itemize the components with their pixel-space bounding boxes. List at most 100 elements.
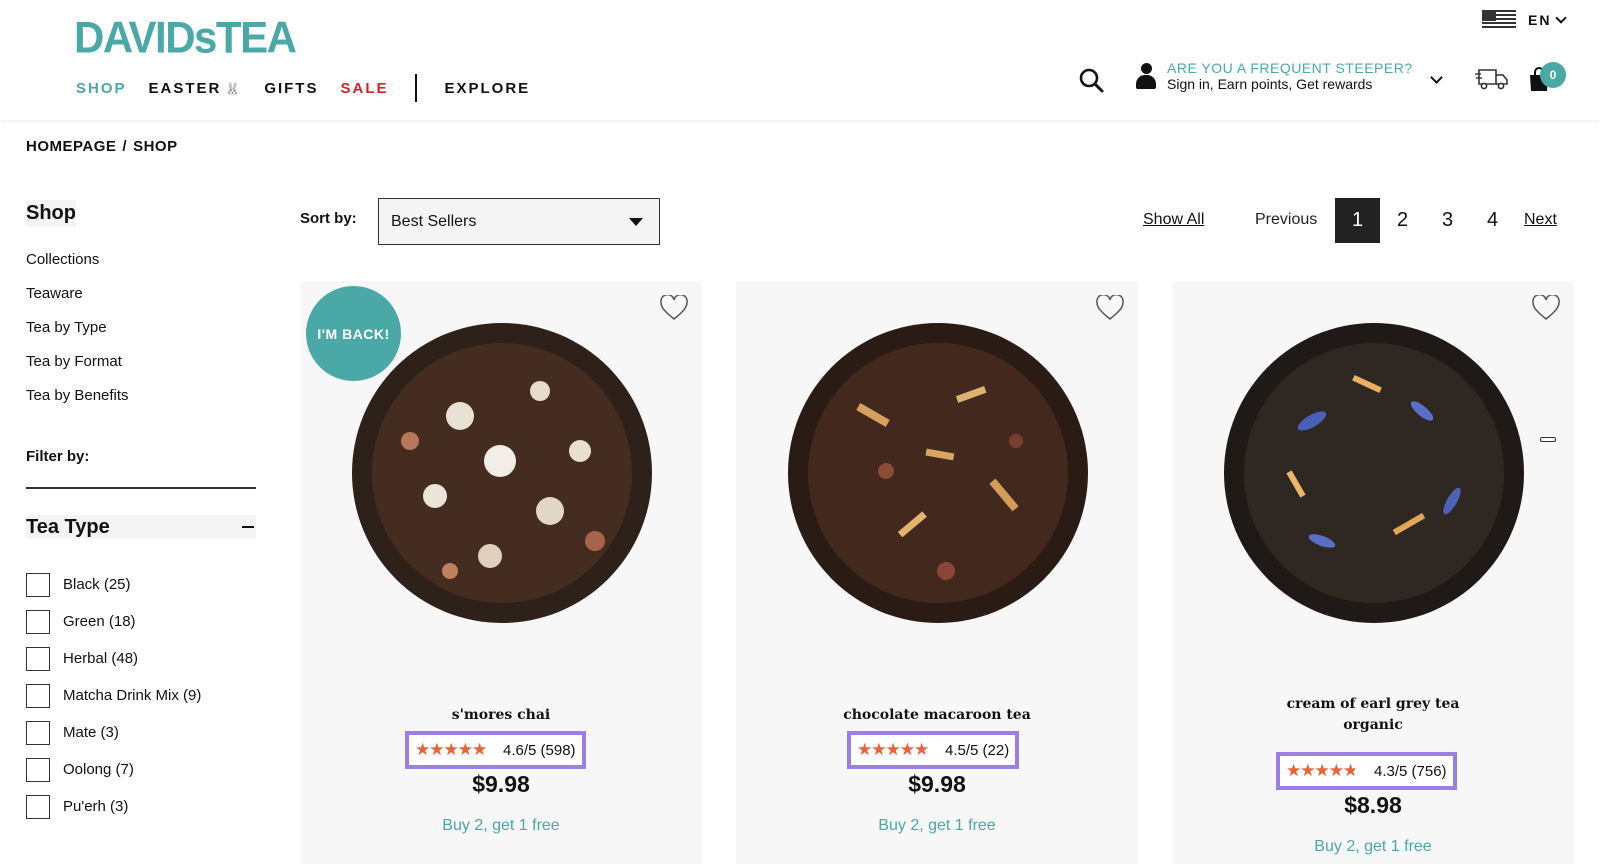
product-rating[interactable]: ★★★★★ ★★★★★ 4.5/5 (22) bbox=[847, 731, 1020, 769]
page-1-button[interactable]: 1 bbox=[1335, 198, 1380, 243]
sidebar-item-tea-by-benefits[interactable]: Tea by Benefits bbox=[26, 387, 256, 404]
product-name-subtitle: organic bbox=[1343, 717, 1403, 733]
filter-option-label: Mate (3) bbox=[63, 724, 119, 741]
product-price: $9.98 bbox=[908, 771, 966, 797]
checkbox[interactable] bbox=[26, 572, 50, 597]
checkbox[interactable] bbox=[26, 683, 50, 708]
language-selector[interactable]: EN bbox=[1482, 10, 1568, 30]
bunny-icon: 🐰 bbox=[225, 81, 243, 96]
site-header: DAVIDsTEA SHOP EASTER 🐰 GIFTS SALE EXPLOR… bbox=[0, 0, 1600, 120]
filter-option-label: Green (18) bbox=[63, 613, 136, 630]
sort-value: Best Sellers bbox=[391, 212, 477, 230]
filter-option[interactable]: Oolong (7) bbox=[26, 751, 256, 788]
product-image[interactable] bbox=[1222, 321, 1527, 626]
product-name[interactable]: s'mores chai bbox=[300, 705, 702, 726]
breadcrumb-shop[interactable]: SHOP bbox=[133, 138, 178, 155]
sidebar: Shop Collections Teaware Tea by Type Tea… bbox=[26, 200, 256, 825]
show-all-link[interactable]: Show All bbox=[1143, 211, 1204, 229]
nav-gifts[interactable]: GIFTS bbox=[264, 80, 318, 97]
filter-group-title: Tea Type bbox=[26, 515, 110, 538]
sort-label: Sort by: bbox=[300, 210, 357, 227]
star-rating-icon: ★★★★★ ★★★★★ bbox=[1286, 761, 1358, 780]
previous-page-link[interactable]: Previous bbox=[1255, 211, 1317, 229]
logo-tail: TEA bbox=[215, 12, 297, 63]
product-image[interactable] bbox=[786, 321, 1091, 626]
promo-text[interactable]: Buy 2, get 1 free bbox=[736, 817, 1138, 835]
wishlist-heart-icon[interactable] bbox=[1532, 295, 1560, 321]
filter-option-label: Black (25) bbox=[63, 576, 131, 593]
sidebar-title: Shop bbox=[26, 200, 76, 227]
checkbox[interactable] bbox=[26, 757, 50, 782]
page-3-button[interactable]: 3 bbox=[1425, 198, 1470, 243]
nav-sale[interactable]: SALE bbox=[340, 80, 388, 97]
nav-easter[interactable]: EASTER 🐰 bbox=[149, 80, 243, 97]
account-subtitle: Sign in, Earn points, Get rewards bbox=[1167, 76, 1373, 92]
checkbox[interactable] bbox=[26, 720, 50, 745]
filter-option-label: Pu'erh (3) bbox=[63, 798, 129, 815]
user-icon bbox=[1135, 63, 1157, 89]
dropdown-arrow-icon bbox=[629, 218, 643, 226]
search-icon[interactable] bbox=[1078, 67, 1104, 93]
checkbox[interactable] bbox=[26, 646, 50, 671]
page-2-button[interactable]: 2 bbox=[1380, 198, 1425, 243]
product-rating[interactable]: ★★★★★ ★★★★★ 4.3/5 (756) bbox=[1276, 752, 1457, 790]
logo-main: DAVIDs bbox=[74, 12, 217, 63]
filter-group-header[interactable]: Tea Type bbox=[26, 515, 256, 539]
nav-easter-label: EASTER bbox=[148, 79, 222, 97]
chevron-down-icon[interactable] bbox=[1430, 71, 1443, 84]
delivery-truck-icon[interactable] bbox=[1475, 66, 1509, 90]
account-menu[interactable]: ARE YOU A FREQUENT STEEPER? Sign in, Ear… bbox=[1135, 60, 1413, 92]
logo[interactable]: DAVIDsTEA bbox=[74, 12, 297, 63]
product-price: $8.98 bbox=[1344, 792, 1402, 818]
rating-text: 4.5/5 (22) bbox=[945, 741, 1010, 759]
filter-option[interactable]: Black (25) bbox=[26, 566, 256, 603]
product-rating[interactable]: ★★★★★ ★★★★★ 4.6/5 (598) bbox=[405, 731, 586, 769]
filter-option-label: Matcha Drink Mix (9) bbox=[63, 687, 202, 704]
nav-shop[interactable]: SHOP bbox=[76, 80, 127, 97]
next-page-link[interactable]: Next bbox=[1524, 211, 1557, 229]
nav-divider bbox=[414, 74, 417, 102]
nav-explore[interactable]: EXPLORE bbox=[445, 80, 531, 97]
sidebar-item-tea-by-format[interactable]: Tea by Format bbox=[26, 353, 256, 370]
sidebar-item-collections[interactable]: Collections bbox=[26, 251, 256, 268]
filter-option-label: Oolong (7) bbox=[63, 761, 134, 778]
filter-label: Filter by: bbox=[26, 448, 256, 489]
filter-option[interactable]: Matcha Drink Mix (9) bbox=[26, 677, 256, 714]
product-image[interactable] bbox=[350, 321, 655, 626]
product-card[interactable]: chocolate macaroon tea ★★★★★ ★★★★★ 4.5/5 … bbox=[736, 281, 1138, 864]
breadcrumb-home[interactable]: HOMEPAGE bbox=[26, 138, 116, 155]
im-back-badge: I'M BACK! bbox=[306, 286, 401, 381]
us-flag-icon bbox=[1482, 10, 1516, 30]
scroll-indicator[interactable] bbox=[1540, 437, 1556, 442]
filter-option[interactable]: Pu'erh (3) bbox=[26, 788, 256, 825]
product-name[interactable]: cream of earl grey tea bbox=[1172, 694, 1574, 715]
filter-option[interactable]: Herbal (48) bbox=[26, 640, 256, 677]
chevron-down-icon bbox=[1555, 12, 1568, 24]
sort-select[interactable]: Best Sellers bbox=[378, 198, 660, 245]
sidebar-item-tea-by-type[interactable]: Tea by Type bbox=[26, 319, 256, 336]
checkbox[interactable] bbox=[26, 609, 50, 634]
rating-text: 4.3/5 (756) bbox=[1374, 762, 1447, 780]
breadcrumb: HOMEPAGE / SHOP bbox=[26, 138, 184, 155]
product-price: $9.98 bbox=[472, 771, 530, 797]
wishlist-heart-icon[interactable] bbox=[660, 295, 688, 321]
filter-option[interactable]: Mate (3) bbox=[26, 714, 256, 751]
filter-option[interactable]: Green (18) bbox=[26, 603, 256, 640]
star-rating-icon: ★★★★★ ★★★★★ bbox=[415, 740, 487, 759]
promo-text[interactable]: Buy 2, get 1 free bbox=[300, 817, 702, 835]
product-card[interactable]: I'M BACK! s'mores chai ★★★★★ ★★★★★ 4.6/5 … bbox=[300, 281, 702, 864]
product-card[interactable]: cream of earl grey tea organic ★★★★★ ★★★★… bbox=[1172, 281, 1574, 864]
product-name[interactable]: chocolate macaroon tea bbox=[736, 705, 1138, 726]
wishlist-heart-icon[interactable] bbox=[1096, 295, 1124, 321]
language-label: EN bbox=[1528, 12, 1552, 28]
star-rating-icon: ★★★★★ ★★★★★ bbox=[857, 740, 929, 759]
sidebar-item-teaware[interactable]: Teaware bbox=[26, 285, 256, 302]
promo-text[interactable]: Buy 2, get 1 free bbox=[1172, 838, 1574, 856]
breadcrumb-separator: / bbox=[122, 138, 128, 155]
collapse-icon[interactable] bbox=[242, 526, 254, 528]
cart-count-badge: 0 bbox=[1540, 62, 1566, 88]
filter-list: Black (25) Green (18) Herbal (48) Matcha… bbox=[26, 566, 256, 825]
checkbox[interactable] bbox=[26, 794, 50, 819]
page-4-button[interactable]: 4 bbox=[1470, 198, 1515, 243]
filter-option-label: Herbal (48) bbox=[63, 650, 139, 667]
